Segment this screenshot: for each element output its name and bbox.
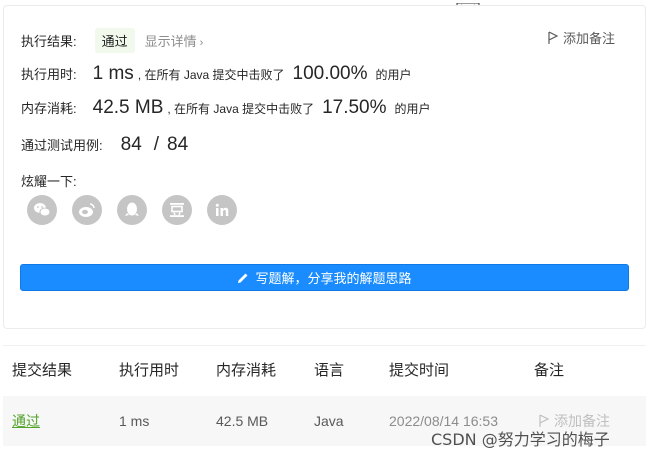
tests-label: 通过测试用例: [21,138,103,153]
header-runtime: 执行用时 [119,362,180,379]
share-icons [27,195,237,225]
write-solution-button[interactable]: 写题解，分享我的解题思路 [20,264,629,291]
runtime-row: 执行用时: 1 ms , 在所有 Java 提交中击败了 100.00% 的用户 [21,63,412,85]
watermark: CSDN @努力学习的梅子 [431,430,610,449]
wechat-icon[interactable] [27,195,57,225]
memory-value: 42.5 MB [92,97,164,118]
header-memory: 内存消耗 [216,362,277,379]
header-status: 提交结果 [12,362,73,379]
row-memory: 42.5 MB [216,413,269,429]
status-badge: 通过 [94,28,135,53]
result-card: 执行结果: 通过 显示详情 › 添加备注 执行用时: 1 ms , 在所有 Jav… [3,5,646,329]
runtime-percent: 100.00% [292,63,368,84]
header-time: 提交时间 [389,362,450,379]
header-language: 语言 [314,362,345,379]
row-language: Java [314,413,344,429]
pencil-icon [238,273,248,283]
memory-row: 内存消耗: 42.5 MB , 在所有 Java 提交中击败了 17.50% 的… [21,97,431,119]
share-label: 炫耀一下: [21,174,77,189]
row-runtime: 1 ms [119,413,150,429]
runtime-value: 1 ms [92,63,134,84]
douban-icon[interactable] [162,195,192,225]
tests-separator: / [153,134,160,155]
show-details-link[interactable]: 显示详情 › [145,31,204,50]
runtime-text-prefix: , 在所有 Java 提交中击败了 [137,68,285,82]
qq-icon[interactable] [117,195,147,225]
runtime-text-suffix: 的用户 [375,68,412,82]
show-details-label: 显示详情 [144,34,197,49]
tests-total: 84 [167,134,189,155]
memory-text-suffix: 的用户 [394,102,431,116]
write-solution-label: 写题解，分享我的解题思路 [255,271,412,286]
memory-label: 内存消耗: [21,101,77,116]
exec-result-row: 执行结果: 通过 显示详情 › [21,28,203,53]
tests-passed: 84 [120,134,142,155]
chevron-right-icon: › [199,37,204,49]
runtime-label: 执行用时: [21,67,77,82]
flag-icon [548,30,559,44]
memory-text-prefix: , 在所有 Java 提交中击败了 [167,102,315,116]
add-note-button[interactable]: 添加备注 [547,28,615,47]
weibo-icon[interactable] [72,195,102,225]
share-row: 炫耀一下: [21,171,77,190]
add-note-label: 添加备注 [562,31,615,46]
tests-row: 通过测试用例: 84 / 84 [21,134,188,156]
header-note: 备注 [534,362,565,379]
exec-result-label: 执行结果: [21,34,77,49]
linkedin-icon[interactable] [207,195,237,225]
table-header-row: 提交结果 执行用时 内存消耗 语言 提交时间 备注 [3,346,646,396]
memory-percent: 17.50% [322,97,387,118]
row-status-link[interactable]: 通过 [12,396,40,446]
